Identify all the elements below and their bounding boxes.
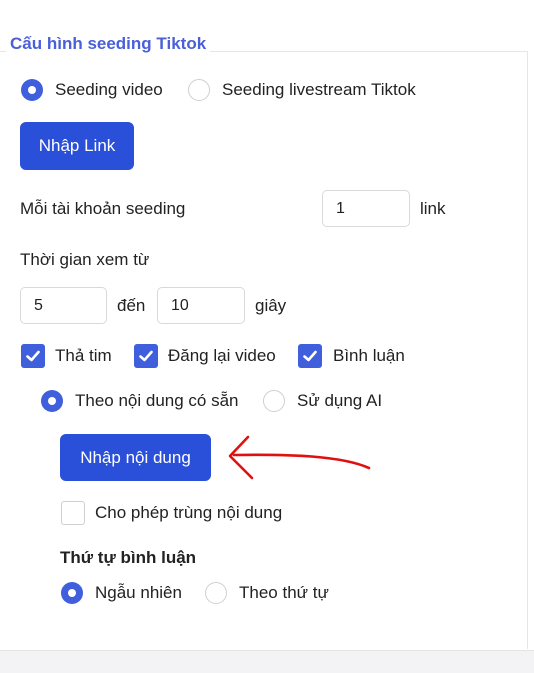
watch-time-to-label: đến	[117, 296, 146, 315]
comment-order-label: Theo thứ tự	[239, 583, 329, 602]
check-icon	[139, 350, 153, 362]
watch-time-to-input[interactable]: 10	[157, 287, 245, 324]
comment-order-sequential[interactable]: Theo thứ tự	[205, 582, 329, 604]
per-account-label: Mỗi tài khoản seeding	[20, 199, 186, 218]
radio-seeding-livestream[interactable]	[188, 79, 210, 101]
watch-time-from-input[interactable]: 5	[20, 287, 107, 324]
radio-existing-content[interactable]	[41, 390, 63, 412]
comment-order-label: Ngẫu nhiên	[95, 583, 182, 602]
radio-sequential-order[interactable]	[205, 582, 227, 604]
import-content-button[interactable]: Nhập nội dung	[60, 434, 211, 481]
allow-duplicate-label: Cho phép trùng nội dung	[95, 503, 283, 522]
allow-duplicate-option[interactable]: Cho phép trùng nội dung	[61, 501, 282, 525]
panel-title: Cấu hình seeding Tiktok	[6, 34, 211, 54]
action-label: Thả tim	[55, 346, 112, 365]
comment-source-label: Theo nội dung có sẵn	[75, 391, 239, 410]
mode-option-label: Seeding video	[55, 80, 163, 99]
action-comment[interactable]: Bình luận	[298, 344, 405, 368]
action-repost[interactable]: Đăng lại video	[134, 344, 276, 368]
radio-use-ai[interactable]	[263, 390, 285, 412]
per-account-input[interactable]: 1	[322, 190, 410, 227]
checkbox-comment[interactable]	[298, 344, 322, 368]
checkbox-allow-duplicate[interactable]	[61, 501, 85, 525]
checkbox-repost[interactable]	[134, 344, 158, 368]
watch-time-label: Thời gian xem từ	[20, 250, 150, 269]
per-account-unit: link	[420, 199, 446, 218]
mode-option-label: Seeding livestream Tiktok	[222, 80, 416, 99]
footer-bar	[0, 650, 534, 673]
checkbox-like[interactable]	[21, 344, 45, 368]
radio-seeding-video[interactable]	[21, 79, 43, 101]
comment-source-existing[interactable]: Theo nội dung có sẵn	[41, 390, 239, 412]
action-label: Bình luận	[333, 346, 405, 365]
comment-source-ai[interactable]: Sử dụng AI	[263, 390, 382, 412]
check-icon	[26, 350, 40, 362]
check-icon	[303, 350, 317, 362]
watch-time-unit: giây	[255, 296, 287, 315]
mode-option-video[interactable]: Seeding video	[21, 79, 163, 101]
red-arrow-annotation	[228, 435, 371, 480]
comment-source-label: Sử dụng AI	[297, 391, 383, 410]
action-like[interactable]: Thả tim	[21, 344, 112, 368]
action-label: Đăng lại video	[168, 346, 276, 365]
radio-random-order[interactable]	[61, 582, 83, 604]
import-link-button[interactable]: Nhập Link	[20, 122, 134, 170]
comment-order-random[interactable]: Ngẫu nhiên	[61, 582, 182, 604]
mode-option-livestream[interactable]: Seeding livestream Tiktok	[188, 79, 416, 101]
comment-order-heading: Thứ tự bình luận	[60, 548, 197, 567]
